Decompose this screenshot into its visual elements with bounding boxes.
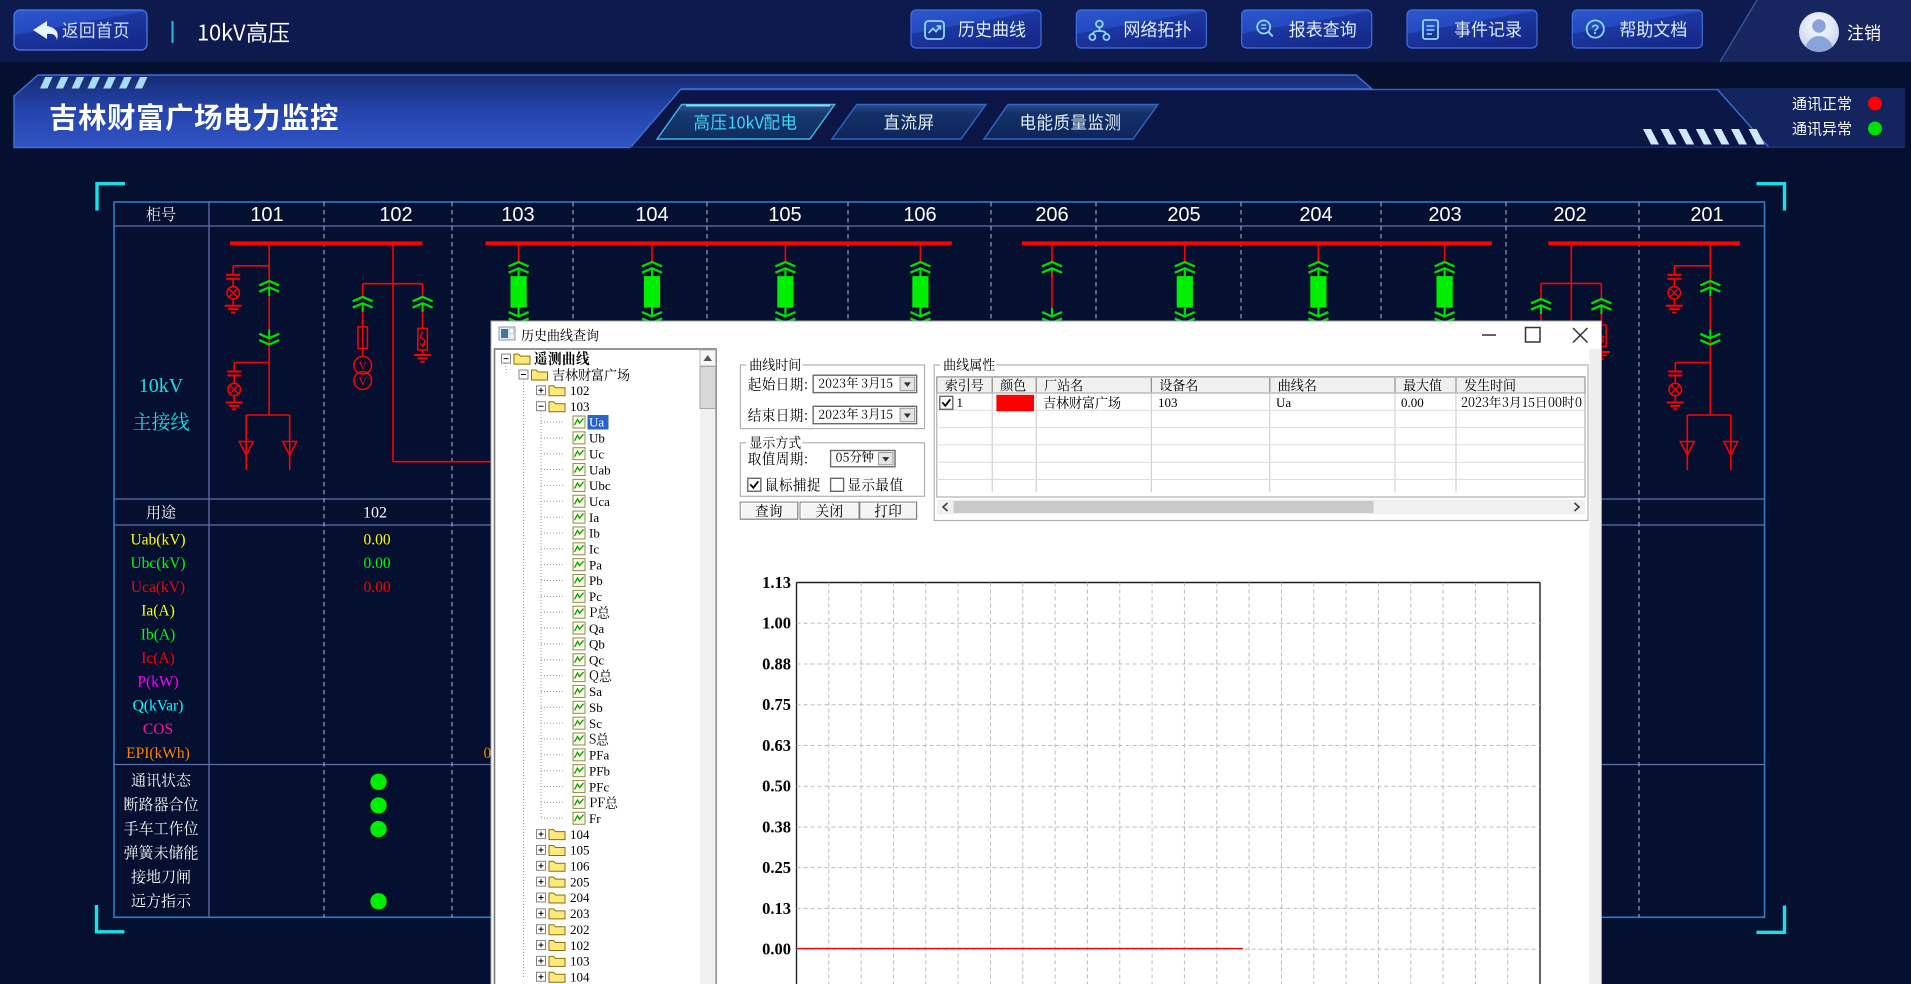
svg-text:0.13: 0.13 — [762, 899, 791, 918]
svg-text:Pa: Pa — [589, 557, 602, 572]
svg-text:Uab(kV): Uab(kV) — [130, 532, 185, 549]
svg-text:102: 102 — [570, 383, 590, 398]
svg-text:203: 203 — [570, 906, 590, 921]
svg-text:103: 103 — [570, 954, 590, 969]
svg-text:Qa: Qa — [589, 621, 604, 636]
svg-text:10kV: 10kV — [139, 375, 184, 397]
svg-text:Uca: Uca — [589, 494, 610, 509]
svg-text:204: 204 — [570, 890, 590, 905]
svg-text:Ua: Ua — [589, 415, 604, 430]
svg-text:104: 104 — [570, 969, 590, 984]
svg-text:105: 105 — [768, 204, 801, 226]
svg-text:?: ? — [1591, 22, 1599, 37]
svg-text:Q(kVar): Q(kVar) — [133, 697, 184, 714]
svg-text:V: V — [358, 374, 367, 388]
svg-text:103: 103 — [1158, 395, 1178, 410]
svg-text:1.00: 1.00 — [762, 614, 791, 633]
svg-text:0.63: 0.63 — [762, 736, 791, 755]
svg-text:Sc: Sc — [589, 716, 602, 731]
svg-text:104: 104 — [570, 827, 590, 842]
svg-text:PFa: PFa — [589, 748, 609, 763]
svg-text:105: 105 — [570, 843, 590, 858]
svg-text:106: 106 — [570, 859, 590, 874]
svg-text:Ubc(kV): Ubc(kV) — [130, 555, 185, 572]
svg-text:0.00: 0.00 — [1401, 395, 1424, 410]
svg-text:Ib(A): Ib(A) — [141, 626, 175, 643]
svg-text:Ic(A): Ic(A) — [141, 650, 175, 667]
svg-text:205: 205 — [570, 874, 590, 889]
svg-text:Uca(kV): Uca(kV) — [131, 579, 185, 596]
svg-text:103: 103 — [570, 399, 590, 414]
svg-text:0.25: 0.25 — [762, 858, 791, 877]
svg-text:Fr: Fr — [589, 811, 601, 826]
svg-text:206: 206 — [1035, 204, 1068, 226]
svg-text:Uab: Uab — [589, 462, 611, 477]
svg-text:Ub: Ub — [589, 431, 605, 446]
svg-text:Pc: Pc — [589, 589, 602, 604]
svg-text:1: 1 — [957, 395, 964, 410]
svg-text:201: 201 — [1690, 204, 1723, 226]
svg-text:0.00: 0.00 — [363, 532, 390, 549]
svg-text:Uc: Uc — [589, 446, 604, 461]
svg-text:Ua: Ua — [1276, 395, 1291, 410]
svg-text:102: 102 — [379, 204, 412, 226]
svg-text:0.38: 0.38 — [762, 817, 791, 836]
svg-text:0.88: 0.88 — [762, 654, 791, 673]
svg-text:204: 204 — [1299, 204, 1332, 226]
svg-text:102: 102 — [363, 505, 387, 522]
svg-text:COS: COS — [143, 721, 173, 738]
svg-text:102: 102 — [570, 938, 590, 953]
svg-text:EPI(kWh): EPI(kWh) — [126, 745, 190, 762]
svg-text:Sa: Sa — [589, 684, 602, 699]
svg-text:Ia(A): Ia(A) — [141, 603, 175, 620]
svg-text:Ia: Ia — [589, 510, 599, 525]
svg-text:0.00: 0.00 — [363, 555, 390, 572]
svg-text:0.00: 0.00 — [762, 940, 791, 959]
svg-text:103: 103 — [501, 204, 534, 226]
svg-text:106: 106 — [903, 204, 936, 226]
svg-text:Qb: Qb — [589, 637, 605, 652]
svg-text:101: 101 — [250, 204, 283, 226]
svg-text:205: 205 — [1167, 204, 1200, 226]
svg-text:104: 104 — [635, 204, 668, 226]
svg-text:PFb: PFb — [589, 763, 610, 778]
svg-text:PFc: PFc — [589, 779, 609, 794]
svg-text:P(kW): P(kW) — [137, 674, 178, 691]
svg-text:203: 203 — [1428, 204, 1461, 226]
svg-text:0.50: 0.50 — [762, 777, 791, 796]
svg-text:202: 202 — [570, 922, 590, 937]
svg-text:Pb: Pb — [589, 573, 603, 588]
svg-text:Sb: Sb — [589, 700, 603, 715]
svg-text:Qc: Qc — [589, 652, 604, 667]
svg-text:Ic: Ic — [589, 542, 599, 557]
svg-text:Ib: Ib — [589, 526, 600, 541]
svg-text:V: V — [358, 359, 367, 373]
svg-text:0.00: 0.00 — [363, 579, 390, 596]
svg-text:Ubc: Ubc — [589, 478, 611, 493]
svg-text:202: 202 — [1553, 204, 1586, 226]
svg-text:1.13: 1.13 — [762, 573, 791, 592]
svg-text:0.75: 0.75 — [762, 695, 791, 714]
